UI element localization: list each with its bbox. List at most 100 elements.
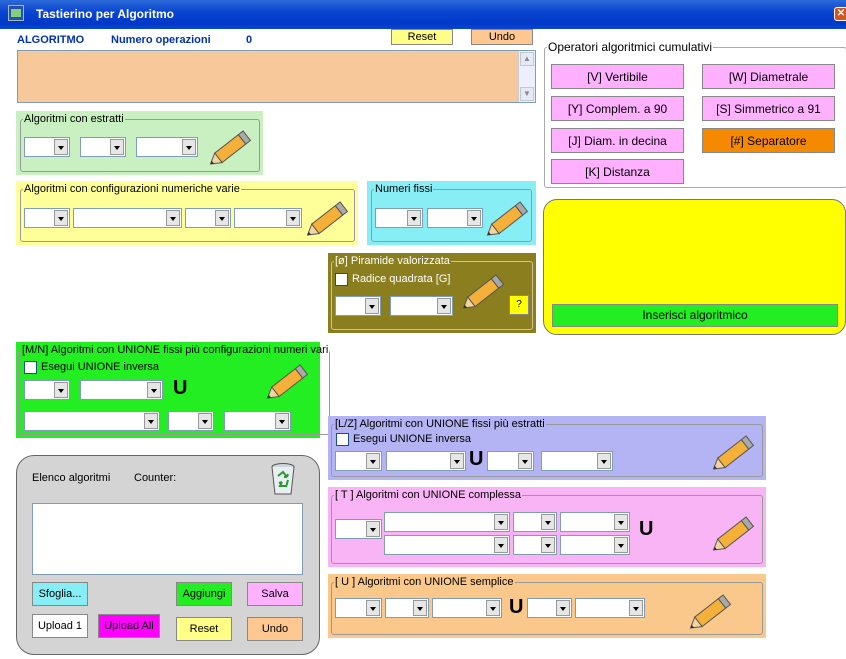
mn-combo-5[interactable] bbox=[224, 411, 291, 431]
mn-combo-1[interactable] bbox=[24, 380, 70, 400]
config-combo-4[interactable] bbox=[234, 208, 302, 228]
chevron-down-icon[interactable] bbox=[407, 210, 421, 226]
pencil-piramide-icon[interactable] bbox=[458, 268, 510, 316]
chevron-down-icon[interactable] bbox=[518, 453, 532, 469]
us-combo-3[interactable] bbox=[432, 598, 502, 618]
chevron-down-icon[interactable] bbox=[450, 453, 464, 469]
chevron-down-icon[interactable] bbox=[366, 600, 380, 616]
separatore-button[interactable]: [#] Separatore bbox=[702, 128, 835, 153]
chevron-down-icon[interactable] bbox=[437, 298, 451, 314]
chevron-down-icon[interactable] bbox=[54, 382, 68, 398]
pencil-mn-icon[interactable] bbox=[262, 358, 314, 406]
lz-combo-2[interactable] bbox=[386, 451, 466, 471]
mn-inversa-checkbox[interactable] bbox=[24, 361, 37, 374]
chevron-down-icon[interactable] bbox=[366, 453, 380, 469]
fissi-combo-2[interactable] bbox=[427, 208, 483, 228]
aggiungi-button[interactable]: Aggiungi bbox=[176, 582, 232, 606]
config-combo-2[interactable] bbox=[73, 208, 182, 228]
t-combo-6[interactable] bbox=[513, 535, 557, 555]
chevron-down-icon[interactable] bbox=[110, 139, 124, 155]
chevron-down-icon[interactable] bbox=[182, 139, 196, 155]
t-combo-4[interactable] bbox=[560, 512, 630, 532]
t-combo-2[interactable] bbox=[384, 512, 510, 532]
chevron-down-icon[interactable] bbox=[556, 600, 570, 616]
chevron-down-icon[interactable] bbox=[494, 537, 508, 553]
t-combo-5[interactable] bbox=[384, 535, 510, 555]
scroll-up-icon[interactable]: ▲ bbox=[520, 52, 534, 66]
chevron-down-icon[interactable] bbox=[54, 210, 68, 226]
chevron-down-icon[interactable] bbox=[365, 298, 379, 314]
salva-button[interactable]: Salva bbox=[247, 582, 303, 606]
complem-90-button[interactable]: [Y] Complem. a 90 bbox=[551, 96, 684, 121]
estratti-combo-3[interactable] bbox=[136, 137, 198, 157]
pencil-fissi-icon[interactable] bbox=[482, 195, 534, 243]
pencil-config-icon[interactable] bbox=[302, 195, 354, 243]
us-combo-4[interactable] bbox=[527, 598, 572, 618]
piramide-combo-1[interactable] bbox=[335, 296, 381, 316]
chevron-down-icon[interactable] bbox=[467, 210, 481, 226]
config-combo-3[interactable] bbox=[185, 208, 231, 228]
mn-combo-3[interactable] bbox=[24, 411, 160, 431]
pencil-us-icon[interactable] bbox=[685, 588, 737, 636]
inserisci-algoritmico-button[interactable]: Inserisci algoritmico bbox=[552, 304, 838, 327]
mn-combo-4[interactable] bbox=[168, 411, 214, 431]
close-button[interactable]: ✕ bbox=[834, 7, 846, 21]
chevron-down-icon[interactable] bbox=[286, 210, 300, 226]
config-combo-1[interactable] bbox=[24, 208, 70, 228]
estratti-combo-2[interactable] bbox=[80, 137, 126, 157]
radice-checkbox[interactable] bbox=[335, 273, 348, 286]
us-combo-1[interactable] bbox=[335, 598, 382, 618]
chevron-down-icon[interactable] bbox=[629, 600, 643, 616]
diam-decina-button[interactable]: [J] Diam. in decina bbox=[551, 128, 684, 153]
chevron-down-icon[interactable] bbox=[486, 600, 500, 616]
t-combo-7[interactable] bbox=[560, 535, 630, 555]
mn-combo-2[interactable] bbox=[80, 380, 163, 400]
sfoglia-button[interactable]: Sfoglia... bbox=[32, 582, 88, 606]
textarea-scrollbar[interactable]: ▲ ▼ bbox=[518, 51, 535, 102]
lz-combo-4[interactable] bbox=[541, 451, 613, 471]
reset-header-button[interactable]: Reset bbox=[391, 29, 453, 45]
chevron-down-icon[interactable] bbox=[614, 537, 628, 553]
chevron-down-icon[interactable] bbox=[166, 210, 180, 226]
algoritmo-textarea[interactable]: ▲ ▼ bbox=[17, 50, 536, 103]
chevron-down-icon[interactable] bbox=[54, 139, 68, 155]
recycle-bin-icon[interactable] bbox=[270, 462, 296, 496]
us-combo-5[interactable] bbox=[575, 598, 645, 618]
pencil-t-icon[interactable] bbox=[708, 510, 760, 558]
chevron-down-icon[interactable] bbox=[597, 453, 611, 469]
upload1-button[interactable]: Upload 1 bbox=[32, 614, 88, 638]
chevron-down-icon[interactable] bbox=[413, 600, 427, 616]
pencil-estratti-icon[interactable] bbox=[205, 124, 257, 172]
us-combo-2[interactable] bbox=[385, 598, 429, 618]
chevron-down-icon[interactable] bbox=[147, 382, 161, 398]
undo-header-button[interactable]: Undo bbox=[471, 29, 533, 45]
help-button[interactable]: ? bbox=[509, 295, 529, 315]
t-combo-3[interactable] bbox=[513, 512, 557, 532]
reset-elenco-button[interactable]: Reset bbox=[176, 617, 232, 641]
chevron-down-icon[interactable] bbox=[144, 413, 158, 429]
undo-elenco-button[interactable]: Undo bbox=[247, 617, 303, 641]
lz-inversa-checkbox[interactable] bbox=[336, 433, 349, 446]
chevron-down-icon[interactable] bbox=[614, 514, 628, 530]
distanza-button[interactable]: [K] Distanza bbox=[551, 159, 684, 184]
chevron-down-icon[interactable] bbox=[198, 413, 212, 429]
chevron-down-icon[interactable] bbox=[366, 521, 380, 537]
scroll-down-icon[interactable]: ▼ bbox=[520, 87, 534, 101]
chevron-down-icon[interactable] bbox=[275, 413, 289, 429]
chevron-down-icon[interactable] bbox=[541, 537, 555, 553]
piramide-combo-2[interactable] bbox=[390, 296, 453, 316]
diametrale-button[interactable]: [W] Diametrale bbox=[702, 64, 835, 89]
chevron-down-icon[interactable] bbox=[494, 514, 508, 530]
t-combo-1[interactable] bbox=[335, 519, 382, 539]
pencil-lz-icon[interactable] bbox=[708, 429, 760, 477]
uploadall-button[interactable]: Upload All bbox=[98, 614, 160, 638]
elenco-listbox[interactable] bbox=[32, 503, 303, 575]
lz-combo-1[interactable] bbox=[335, 451, 382, 471]
chevron-down-icon[interactable] bbox=[541, 514, 555, 530]
estratti-combo-1[interactable] bbox=[24, 137, 70, 157]
lz-combo-3[interactable] bbox=[487, 451, 534, 471]
fissi-combo-1[interactable] bbox=[375, 208, 423, 228]
simmetrico-91-button[interactable]: [S] Simmetrico a 91 bbox=[702, 96, 835, 121]
chevron-down-icon[interactable] bbox=[215, 210, 229, 226]
vertibile-button[interactable]: [V] Vertibile bbox=[551, 64, 684, 89]
